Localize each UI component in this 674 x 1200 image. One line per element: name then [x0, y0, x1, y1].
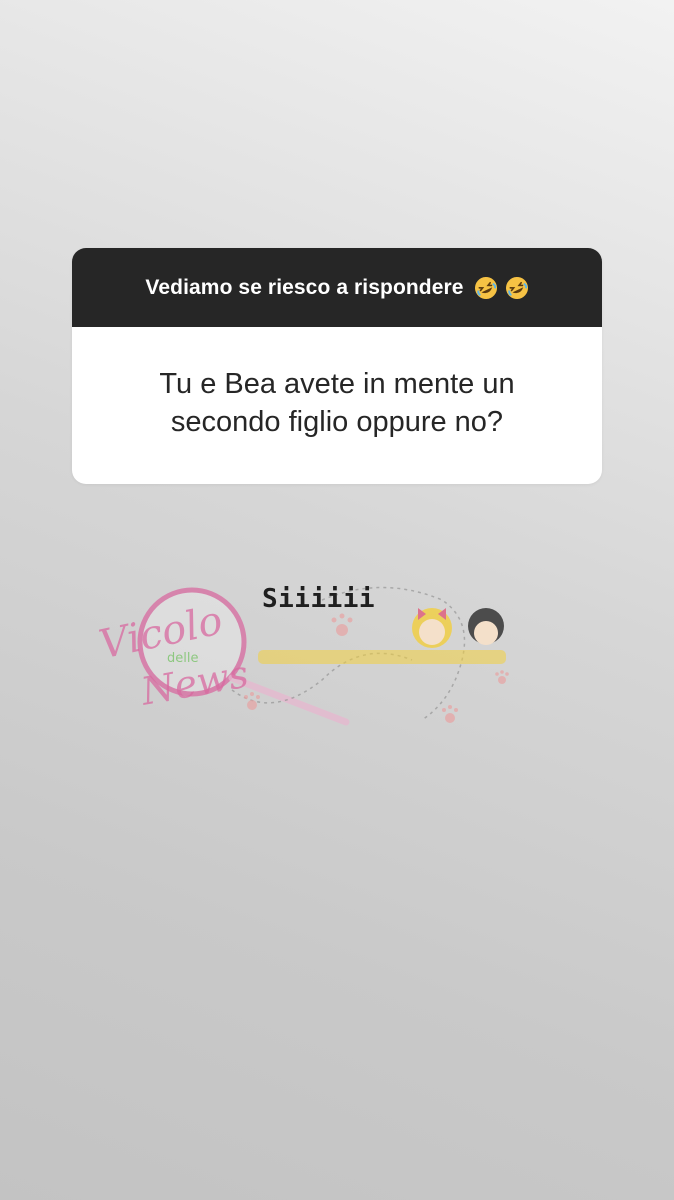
- question-text: Tu e Bea avete in mente un secondo figli…: [159, 367, 515, 438]
- rolling-laughing-emoji-icon: [505, 276, 528, 299]
- question-prompt: Vediamo se riesco a rispondere: [145, 275, 464, 299]
- question-sticker[interactable]: Vediamo se riesco a rispondere Tu e Bea …: [72, 248, 602, 484]
- rolling-laughing-emoji-icon: [474, 276, 497, 299]
- question-sticker-header: Vediamo se riesco a rispondere: [72, 248, 602, 327]
- answer-text: Siiiiii: [262, 584, 376, 614]
- question-sticker-body: Tu e Bea avete in mente un secondo figli…: [72, 327, 602, 484]
